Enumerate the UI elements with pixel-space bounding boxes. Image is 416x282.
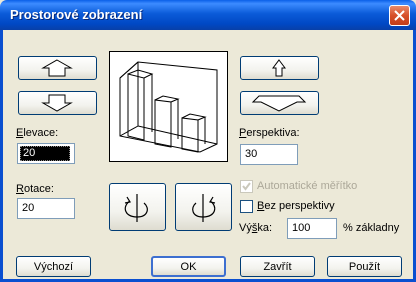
default-button-label: Výchozí (33, 261, 74, 273)
close-icon (394, 10, 405, 21)
close-button[interactable]: Zavřít (240, 256, 315, 277)
rotation-input[interactable]: 20 (17, 198, 75, 219)
height-input[interactable]: 100 (287, 218, 337, 239)
close-button-label: Zavřít (263, 261, 292, 273)
elevation-label: Elevace: (16, 127, 59, 139)
arrow-down-icon (41, 94, 73, 112)
rotate-left-button[interactable] (109, 183, 166, 231)
auto-scale-checkbox[interactable] (240, 180, 253, 193)
window-title: Prostorové zobrazení (10, 7, 143, 22)
3d-chart-preview (109, 51, 228, 162)
elevation-input[interactable]: 20 (17, 143, 75, 164)
arrow-up-icon (41, 59, 73, 77)
close-window-button[interactable] (389, 5, 410, 26)
rotate-left-icon (124, 194, 148, 222)
ok-button[interactable]: OK (151, 256, 226, 277)
elevation-down-button[interactable] (18, 91, 97, 115)
height-label: Výška: (239, 222, 273, 234)
arrow-wide-down-icon (251, 95, 307, 112)
checkmark-icon (242, 182, 251, 191)
rotate-right-icon (192, 194, 216, 222)
default-button[interactable]: Výchozí (16, 256, 91, 277)
apply-button-label: Použít (348, 261, 381, 273)
auto-scale-label: Automatické měřítko (257, 180, 358, 192)
perspective-decrease-button[interactable] (240, 91, 319, 115)
ok-button-label: OK (180, 261, 197, 273)
title-bar: Prostorové zobrazení (0, 0, 416, 30)
elevation-up-button[interactable] (18, 56, 97, 80)
perspective-increase-button[interactable] (240, 56, 319, 80)
rotate-right-button[interactable] (175, 183, 232, 231)
rotation-label: Rotace: (16, 183, 54, 195)
no-perspective-checkbox[interactable] (240, 200, 253, 213)
arrow-narrow-up-icon (272, 59, 286, 77)
perspective-input[interactable]: 30 (240, 144, 298, 165)
no-perspective-label: Bez perspektivy (257, 200, 335, 212)
perspective-label: Perspektiva: (239, 127, 300, 139)
apply-button[interactable]: Použít (327, 256, 402, 277)
height-suffix-label: % základny (343, 222, 400, 234)
3d-bar-chart-icon (119, 61, 218, 153)
